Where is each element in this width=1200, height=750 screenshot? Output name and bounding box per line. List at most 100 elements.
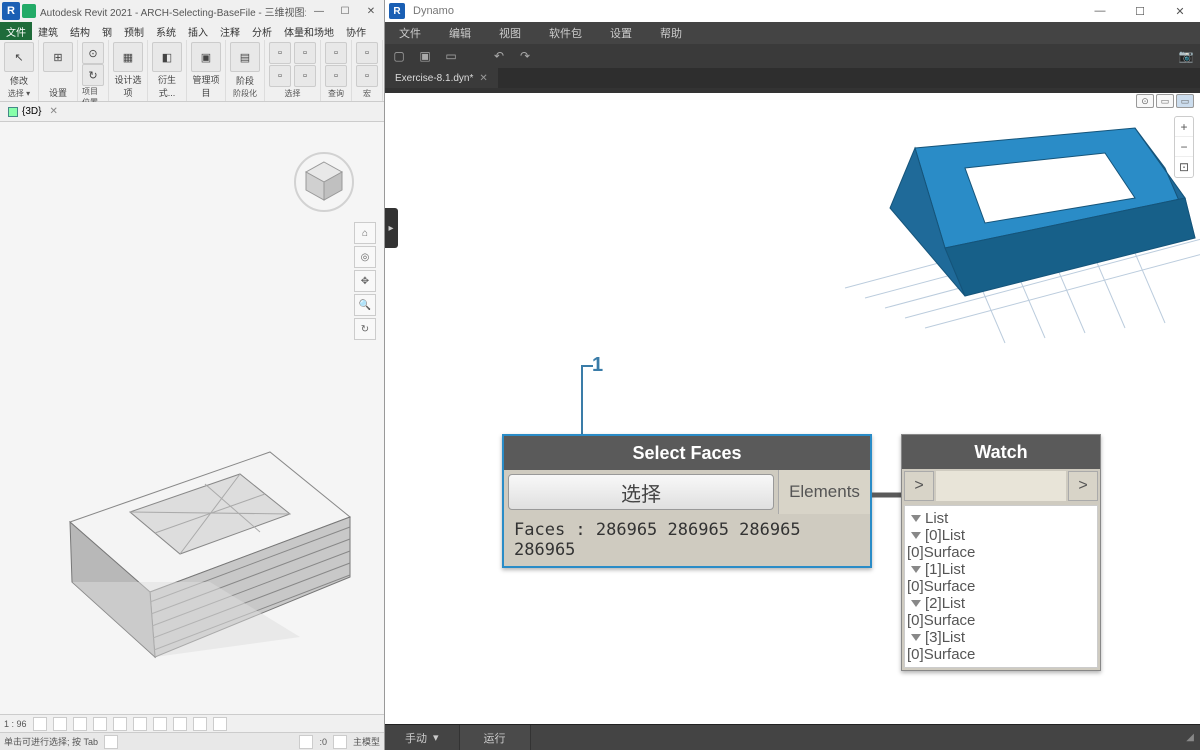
ribbon-tab[interactable]: 钢 xyxy=(96,22,118,40)
vc-icon[interactable] xyxy=(113,717,127,731)
ribbon-sublabel: 选择 xyxy=(285,88,301,99)
viewcube[interactable] xyxy=(294,152,354,212)
node-select-faces[interactable]: Select Faces 选择 Elements Faces : 286965 … xyxy=(502,434,872,568)
ribbon-tab[interactable]: 结构 xyxy=(64,22,96,40)
sb-icon[interactable] xyxy=(104,735,118,749)
loc-icon[interactable]: ⊙ xyxy=(82,42,104,64)
vc-icon[interactable] xyxy=(33,717,47,731)
sb-filter-icon[interactable] xyxy=(333,735,347,749)
vc-icon[interactable] xyxy=(193,717,207,731)
menu-settings[interactable]: 设置 xyxy=(596,25,646,41)
qat-icon[interactable] xyxy=(22,4,36,18)
maximize-button[interactable]: ☐ xyxy=(332,0,358,22)
vc-icon[interactable] xyxy=(53,717,67,731)
nav-pan-icon[interactable]: ✥ xyxy=(354,270,376,292)
nav-zoom-icon[interactable]: 🔍 xyxy=(354,294,376,316)
menu-help[interactable]: 帮助 xyxy=(646,25,696,41)
scale-label[interactable]: 1 : 96 xyxy=(4,719,27,729)
close-button[interactable]: ✕ xyxy=(358,0,384,22)
revit-3d-viewport[interactable]: ⌂ ◎ ✥ 🔍 ↻ xyxy=(0,122,384,714)
ribbon-tab[interactable]: 注释 xyxy=(214,22,246,40)
building-model[interactable] xyxy=(40,402,360,682)
menu-file[interactable]: 文件 xyxy=(385,25,435,41)
phases-icon[interactable]: ▤ xyxy=(230,42,260,72)
ribbon-tab[interactable]: 体量和场地 xyxy=(278,22,340,40)
file-tab[interactable]: Exercise-8.1.dyn* ✕ xyxy=(385,68,498,88)
vc-icon[interactable] xyxy=(73,717,87,731)
menu-packages[interactable]: 软件包 xyxy=(535,25,596,41)
ribbon-tab-file[interactable]: 文件 xyxy=(0,22,32,40)
watch-output[interactable]: List [0] List [0] Surface [1] List [0] S… xyxy=(904,505,1098,668)
open-icon[interactable]: ▭ xyxy=(443,48,459,64)
expand-icon[interactable] xyxy=(911,515,921,522)
redo-icon[interactable]: ↷ xyxy=(517,48,533,64)
vc-icon[interactable] xyxy=(173,717,187,731)
ribbon-label: 衍生式... xyxy=(152,73,182,99)
vc-icon[interactable] xyxy=(133,717,147,731)
macro-icon[interactable]: ▫ xyxy=(356,42,378,64)
close-button[interactable]: ✕ xyxy=(1160,0,1200,22)
save-icon[interactable]: ▣ xyxy=(417,48,433,64)
ribbon-tab[interactable]: 分析 xyxy=(246,22,278,40)
dynamo-file-tabs: Exercise-8.1.dyn* ✕ xyxy=(385,68,1200,88)
expand-icon[interactable] xyxy=(911,532,921,539)
view-mode-icon[interactable]: ⊙ xyxy=(1136,94,1154,108)
sb-icon[interactable] xyxy=(299,735,313,749)
ribbon-tab[interactable]: 预制 xyxy=(118,22,150,40)
ribbon-tab[interactable]: 建筑 xyxy=(32,22,64,40)
ribbon-tab[interactable]: 系统 xyxy=(150,22,182,40)
select-button[interactable]: 选择 xyxy=(508,474,774,510)
design-options-icon[interactable]: ▦ xyxy=(113,42,143,72)
resize-grip-icon[interactable]: ◢ xyxy=(1180,732,1200,743)
maximize-button[interactable]: ☐ xyxy=(1120,0,1160,22)
expand-icon[interactable] xyxy=(911,634,921,641)
idx: [0] xyxy=(907,544,924,561)
menu-edit[interactable]: 编辑 xyxy=(435,25,485,41)
model-label[interactable]: 主模型 xyxy=(353,735,380,748)
input-port[interactable]: > xyxy=(904,471,934,501)
close-tab-icon[interactable]: ✕ xyxy=(49,106,57,117)
menu-view[interactable]: 视图 xyxy=(485,25,535,41)
expand-icon[interactable] xyxy=(911,566,921,573)
dynamo-graph-canvas[interactable]: ▸ ⊙ ▭ ▭ + − ⊡ xyxy=(385,88,1200,724)
sel-icon[interactable]: ▫ xyxy=(294,42,316,64)
vc-icon[interactable] xyxy=(153,717,167,731)
output-port[interactable]: > xyxy=(1068,471,1098,501)
view-mode-icon[interactable]: ▭ xyxy=(1176,94,1194,108)
sel-icon[interactable]: ▫ xyxy=(294,65,316,87)
ribbon-tab[interactable]: 协作 xyxy=(340,22,372,40)
new-icon[interactable]: ▢ xyxy=(391,48,407,64)
run-mode-selector[interactable]: 手动 ▾ xyxy=(385,725,460,750)
close-tab-icon[interactable]: ✕ xyxy=(479,73,487,84)
nav-wheel-icon[interactable]: ◎ xyxy=(354,246,376,268)
macro-icon[interactable]: ▫ xyxy=(356,65,378,87)
sel-icon[interactable]: ▫ xyxy=(269,65,291,87)
manage-project-icon[interactable]: ▣ xyxy=(191,42,221,72)
node-watch[interactable]: Watch > > List [0] List [0] Surface [1] … xyxy=(901,434,1101,671)
minimize-button[interactable]: — xyxy=(306,0,332,22)
status-text: 单击可进行选择; 按 Tab xyxy=(4,735,98,748)
ribbon-tab[interactable]: 插入 xyxy=(182,22,214,40)
sel-icon[interactable]: ▫ xyxy=(269,42,291,64)
minimize-button[interactable]: — xyxy=(1080,0,1120,22)
generative-icon[interactable]: ◧ xyxy=(152,42,182,72)
vc-icon[interactable] xyxy=(213,717,227,731)
nav-home-icon[interactable]: ⌂ xyxy=(354,222,376,244)
loc-icon2[interactable]: ↻ xyxy=(82,64,104,86)
nav-orbit-icon[interactable]: ↻ xyxy=(354,318,376,340)
camera-icon[interactable]: 📷 xyxy=(1178,48,1194,64)
undo-icon[interactable]: ↶ xyxy=(491,48,507,64)
expand-icon[interactable] xyxy=(911,600,921,607)
vc-icon[interactable] xyxy=(93,717,107,731)
modify-icon[interactable]: ↖ xyxy=(4,42,34,72)
run-button[interactable]: 运行 xyxy=(460,725,531,750)
dynamo-run-bar: 手动 ▾ 运行 ◢ xyxy=(385,724,1200,750)
view-tab-3d[interactable]: {3D} ✕ xyxy=(0,104,66,119)
geometry-preview[interactable] xyxy=(685,108,1200,368)
output-port-elements[interactable]: Elements xyxy=(778,470,870,514)
library-expand-tab[interactable]: ▸ xyxy=(385,208,398,248)
settings-icon[interactable]: ⊞ xyxy=(43,42,73,72)
q-icon[interactable]: ▫ xyxy=(325,65,347,87)
view-mode-icon[interactable]: ▭ xyxy=(1156,94,1174,108)
q-icon[interactable]: ▫ xyxy=(325,42,347,64)
